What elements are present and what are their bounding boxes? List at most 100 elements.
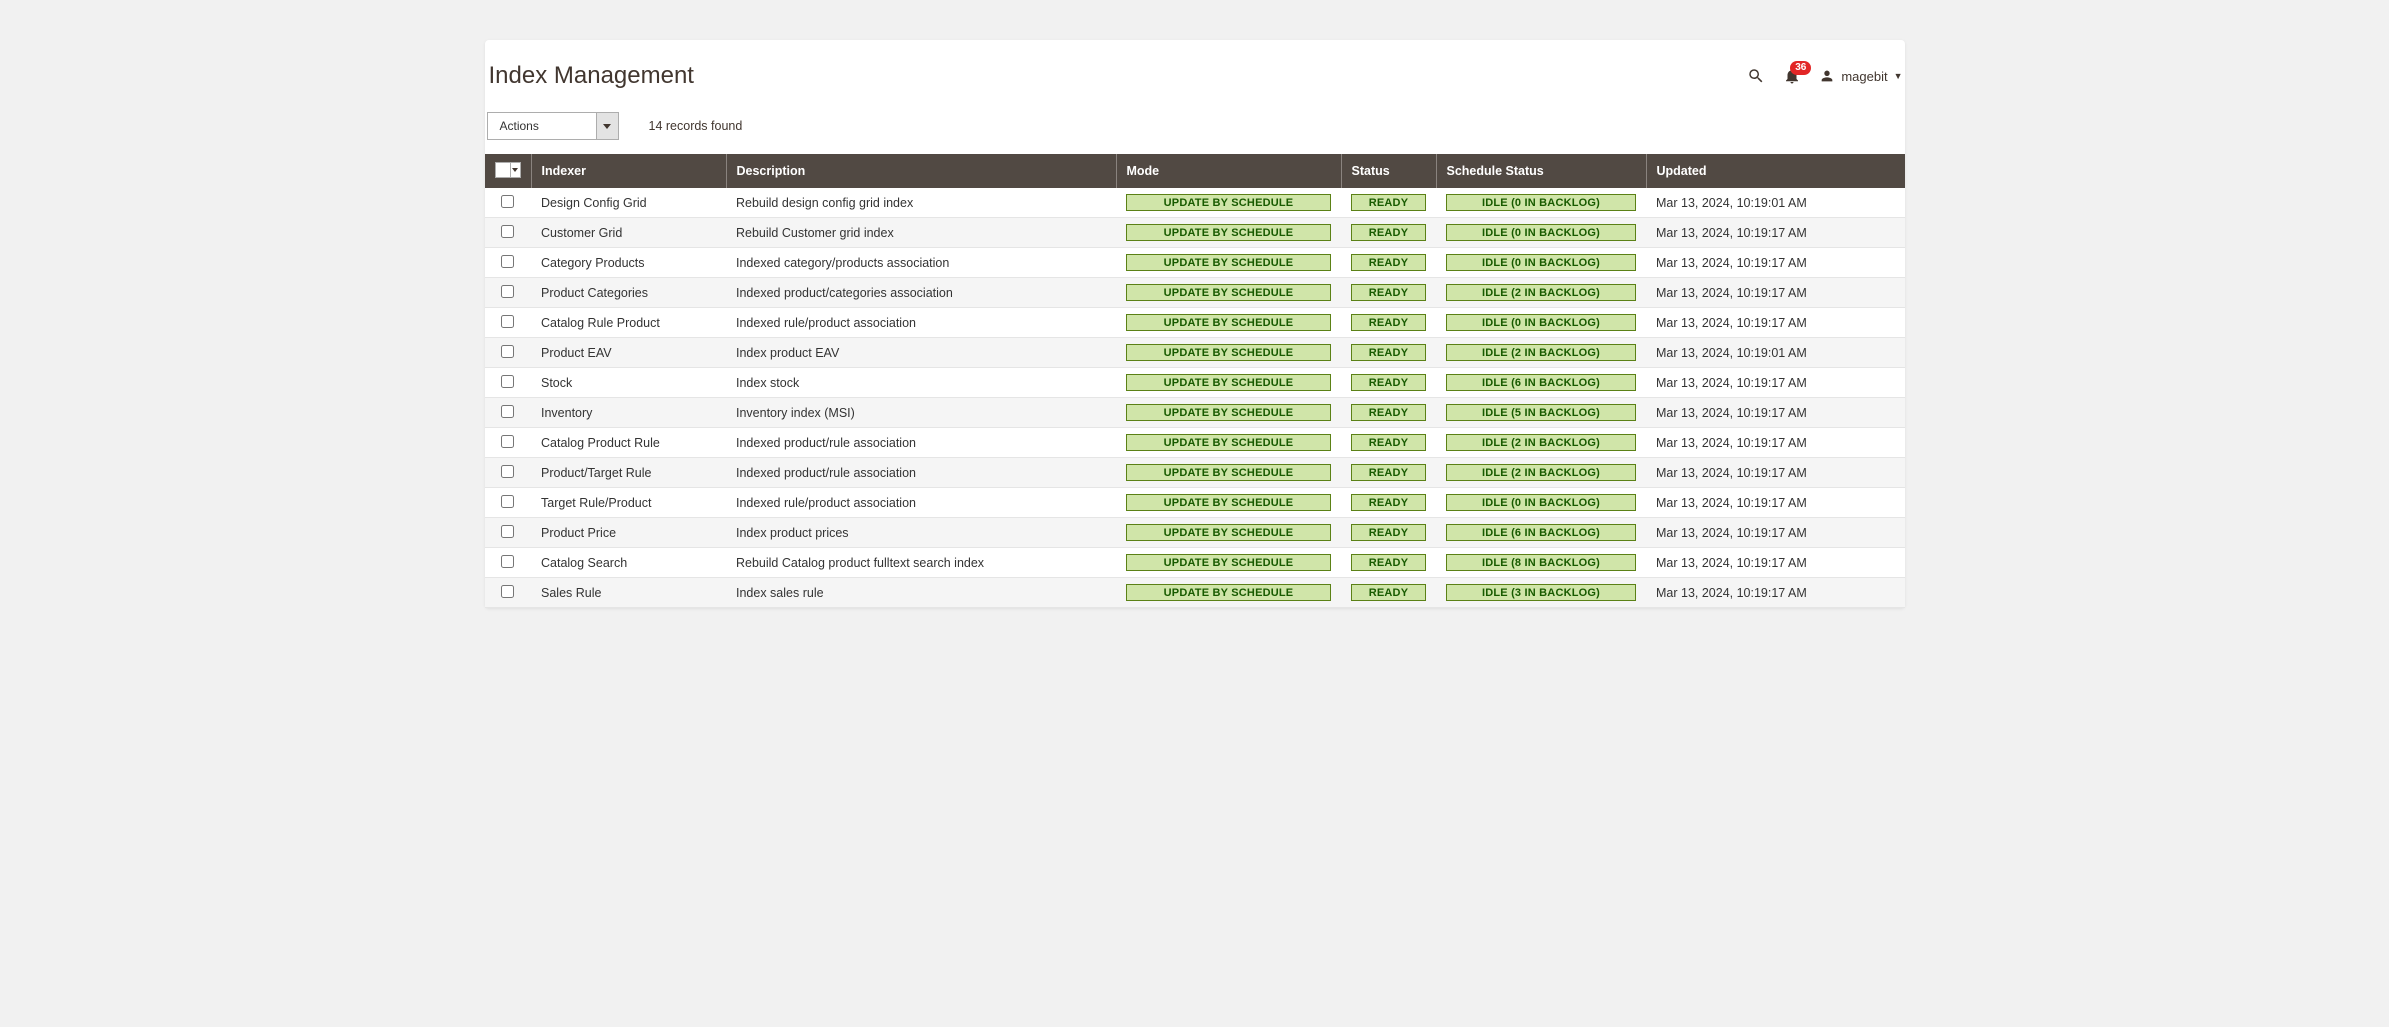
- table-row[interactable]: Catalog Product RuleIndexed product/rule…: [485, 428, 1905, 458]
- cell-indexer: Product Categories: [531, 278, 726, 308]
- row-checkbox[interactable]: [501, 405, 514, 418]
- chevron-down-icon: [596, 113, 618, 139]
- cell-updated: Mar 13, 2024, 10:19:01 AM: [1646, 338, 1905, 368]
- cell-description: Indexed rule/product association: [726, 488, 1116, 518]
- row-checkbox[interactable]: [501, 525, 514, 538]
- search-icon[interactable]: [1747, 67, 1765, 85]
- notifications-icon[interactable]: 36: [1783, 67, 1801, 85]
- row-checkbox[interactable]: [501, 465, 514, 478]
- cell-updated: Mar 13, 2024, 10:19:17 AM: [1646, 518, 1905, 548]
- table-row[interactable]: Product PriceIndex product pricesUPDATE …: [485, 518, 1905, 548]
- row-checkbox[interactable]: [501, 375, 514, 388]
- user-icon: [1819, 68, 1835, 84]
- cell-updated: Mar 13, 2024, 10:19:17 AM: [1646, 548, 1905, 578]
- status-badge: READY: [1351, 254, 1426, 271]
- cell-indexer: Product Price: [531, 518, 726, 548]
- table-row[interactable]: Product/Target RuleIndexed product/rule …: [485, 458, 1905, 488]
- schedule-badge: IDLE (0 IN BACKLOG): [1446, 194, 1636, 211]
- status-badge: READY: [1351, 344, 1426, 361]
- table-row[interactable]: StockIndex stockUPDATE BY SCHEDULEREADYI…: [485, 368, 1905, 398]
- column-schedule-status[interactable]: Schedule Status: [1436, 154, 1646, 188]
- toolbar: Actions 14 records found: [485, 112, 1905, 154]
- column-status[interactable]: Status: [1341, 154, 1436, 188]
- schedule-badge: IDLE (0 IN BACKLOG): [1446, 254, 1636, 271]
- status-badge: READY: [1351, 584, 1426, 601]
- schedule-badge: IDLE (2 IN BACKLOG): [1446, 344, 1636, 361]
- row-checkbox[interactable]: [501, 285, 514, 298]
- row-checkbox[interactable]: [501, 315, 514, 328]
- table-row[interactable]: Sales RuleIndex sales ruleUPDATE BY SCHE…: [485, 578, 1905, 608]
- row-checkbox[interactable]: [501, 225, 514, 238]
- status-badge: READY: [1351, 494, 1426, 511]
- status-badge: READY: [1351, 374, 1426, 391]
- cell-description: Rebuild design config grid index: [726, 188, 1116, 218]
- status-badge: READY: [1351, 434, 1426, 451]
- cell-indexer: Product/Target Rule: [531, 458, 726, 488]
- cell-description: Index product prices: [726, 518, 1116, 548]
- status-badge: READY: [1351, 314, 1426, 331]
- schedule-badge: IDLE (6 IN BACKLOG): [1446, 524, 1636, 541]
- column-description[interactable]: Description: [726, 154, 1116, 188]
- cell-description: Indexed category/products association: [726, 248, 1116, 278]
- row-checkbox[interactable]: [501, 435, 514, 448]
- status-badge: READY: [1351, 524, 1426, 541]
- table-row[interactable]: InventoryInventory index (MSI)UPDATE BY …: [485, 398, 1905, 428]
- status-badge: READY: [1351, 224, 1426, 241]
- schedule-badge: IDLE (0 IN BACKLOG): [1446, 224, 1636, 241]
- notifications-badge: 36: [1790, 61, 1811, 75]
- row-checkbox[interactable]: [501, 255, 514, 268]
- mode-badge: UPDATE BY SCHEDULE: [1126, 194, 1331, 211]
- schedule-badge: IDLE (0 IN BACKLOG): [1446, 314, 1636, 331]
- cell-indexer: Category Products: [531, 248, 726, 278]
- mode-badge: UPDATE BY SCHEDULE: [1126, 464, 1331, 481]
- status-badge: READY: [1351, 404, 1426, 421]
- cell-indexer: Inventory: [531, 398, 726, 428]
- page-header: Index Management 36 magebit ▼: [485, 62, 1905, 112]
- actions-dropdown[interactable]: Actions: [487, 112, 619, 140]
- cell-indexer: Target Rule/Product: [531, 488, 726, 518]
- row-checkbox[interactable]: [501, 195, 514, 208]
- schedule-badge: IDLE (2 IN BACKLOG): [1446, 434, 1636, 451]
- row-checkbox[interactable]: [501, 345, 514, 358]
- table-row[interactable]: Design Config GridRebuild design config …: [485, 188, 1905, 218]
- status-badge: READY: [1351, 554, 1426, 571]
- cell-indexer: Catalog Rule Product: [531, 308, 726, 338]
- table-row[interactable]: Target Rule/ProductIndexed rule/product …: [485, 488, 1905, 518]
- cell-description: Index stock: [726, 368, 1116, 398]
- row-checkbox[interactable]: [501, 585, 514, 598]
- cell-updated: Mar 13, 2024, 10:19:17 AM: [1646, 488, 1905, 518]
- mode-badge: UPDATE BY SCHEDULE: [1126, 434, 1331, 451]
- select-all-checkbox[interactable]: [495, 162, 521, 178]
- schedule-badge: IDLE (2 IN BACKLOG): [1446, 284, 1636, 301]
- table-row[interactable]: Product CategoriesIndexed product/catego…: [485, 278, 1905, 308]
- status-badge: READY: [1351, 194, 1426, 211]
- column-mode[interactable]: Mode: [1116, 154, 1341, 188]
- mode-badge: UPDATE BY SCHEDULE: [1126, 344, 1331, 361]
- cell-description: Index product EAV: [726, 338, 1116, 368]
- table-row[interactable]: Category ProductsIndexed category/produc…: [485, 248, 1905, 278]
- column-updated[interactable]: Updated: [1646, 154, 1905, 188]
- user-name: magebit: [1841, 69, 1887, 84]
- cell-description: Indexed product/categories association: [726, 278, 1116, 308]
- row-checkbox[interactable]: [501, 555, 514, 568]
- cell-updated: Mar 13, 2024, 10:19:17 AM: [1646, 398, 1905, 428]
- column-indexer[interactable]: Indexer: [531, 154, 726, 188]
- cell-indexer: Catalog Search: [531, 548, 726, 578]
- cell-description: Inventory index (MSI): [726, 398, 1116, 428]
- schedule-badge: IDLE (6 IN BACKLOG): [1446, 374, 1636, 391]
- table-row[interactable]: Product EAVIndex product EAVUPDATE BY SC…: [485, 338, 1905, 368]
- cell-description: Indexed product/rule association: [726, 428, 1116, 458]
- row-checkbox[interactable]: [501, 495, 514, 508]
- cell-description: Indexed product/rule association: [726, 458, 1116, 488]
- table-row[interactable]: Customer GridRebuild Customer grid index…: [485, 218, 1905, 248]
- schedule-badge: IDLE (8 IN BACKLOG): [1446, 554, 1636, 571]
- records-count: 14 records found: [649, 119, 743, 133]
- status-badge: READY: [1351, 284, 1426, 301]
- mode-badge: UPDATE BY SCHEDULE: [1126, 284, 1331, 301]
- cell-updated: Mar 13, 2024, 10:19:17 AM: [1646, 308, 1905, 338]
- indexer-table: Indexer Description Mode Status Schedule…: [485, 154, 1905, 608]
- table-row[interactable]: Catalog SearchRebuild Catalog product fu…: [485, 548, 1905, 578]
- user-menu[interactable]: magebit ▼: [1819, 68, 1902, 84]
- mode-badge: UPDATE BY SCHEDULE: [1126, 584, 1331, 601]
- table-row[interactable]: Catalog Rule ProductIndexed rule/product…: [485, 308, 1905, 338]
